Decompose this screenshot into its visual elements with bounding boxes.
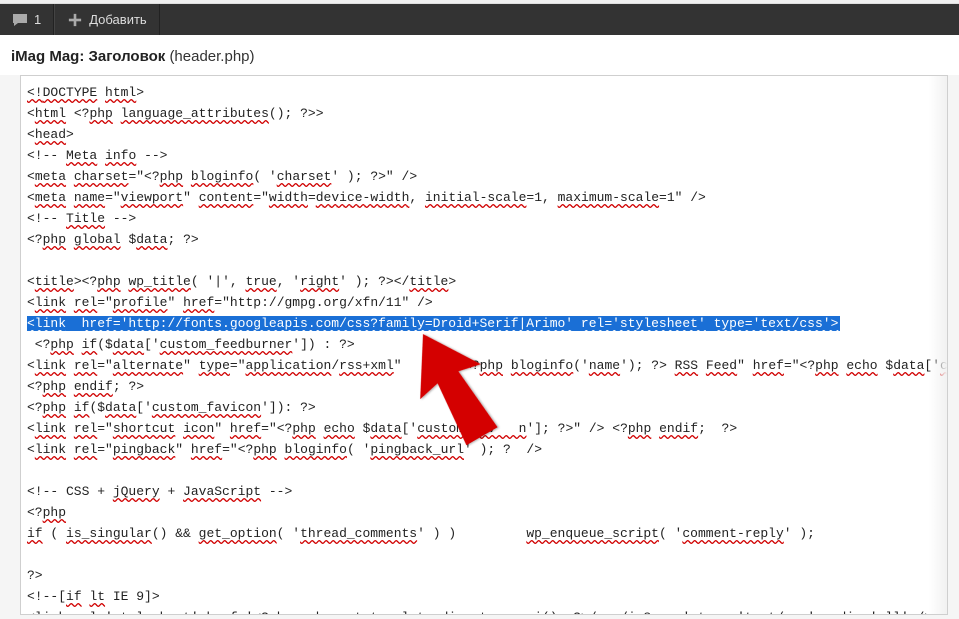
code-line[interactable]: <meta name="viewport" content="width=dev… bbox=[27, 187, 939, 208]
code-line[interactable]: <link rel="pingback" href="<?php bloginf… bbox=[27, 439, 939, 460]
code-line[interactable]: <title><?php wp_title( '|', true, 'right… bbox=[27, 271, 939, 292]
code-line[interactable]: <!--[if lt IE 9]> bbox=[27, 586, 939, 607]
add-label: Добавить bbox=[89, 12, 146, 27]
comments-count: 1 bbox=[34, 12, 41, 27]
code-line[interactable]: <!DOCTYPE html> bbox=[27, 82, 939, 103]
code-line[interactable]: <link rel='stylesheet' href='<?php echo … bbox=[27, 607, 939, 615]
code-line[interactable]: <?php if($data['custom_favicon']): ?> bbox=[27, 397, 939, 418]
code-line[interactable]: <?php global $data; ?> bbox=[27, 229, 939, 250]
code-line[interactable] bbox=[27, 544, 939, 565]
comment-icon bbox=[12, 12, 28, 28]
code-line[interactable]: if ( is_singular() && get_option( 'threa… bbox=[27, 523, 939, 544]
code-line[interactable]: <?php bbox=[27, 502, 939, 523]
code-line[interactable]: <!-- Meta info --> bbox=[27, 145, 939, 166]
code-line[interactable]: <meta charset="<?php bloginfo( 'charset'… bbox=[27, 166, 939, 187]
code-line[interactable]: <link rel="shortcut icon" href="<?php ec… bbox=[27, 418, 939, 439]
code-line[interactable]: <!-- CSS + jQuery + JavaScript --> bbox=[27, 481, 939, 502]
toolbar-comments-button[interactable]: 1 bbox=[0, 4, 54, 35]
current-file-name: (header.php) bbox=[169, 48, 254, 65]
code-line[interactable]: <!-- Title --> bbox=[27, 208, 939, 229]
code-line[interactable]: <html <?php language_attributes(); ?>> bbox=[27, 103, 939, 124]
code-line[interactable] bbox=[27, 250, 939, 271]
page-title: iMag Mag: Заголовок bbox=[11, 48, 165, 65]
code-line[interactable]: <link rel="alternate" type="application/… bbox=[27, 355, 939, 376]
code-editor-panel: <!DOCTYPE html><html <?php language_attr… bbox=[20, 75, 948, 615]
code-line[interactable]: <link rel="profile" href="http://gmpg.or… bbox=[27, 292, 939, 313]
code-line[interactable]: ?> bbox=[27, 565, 939, 586]
toolbar-add-button[interactable]: Добавить bbox=[54, 4, 159, 35]
plus-icon bbox=[67, 12, 83, 28]
code-line[interactable] bbox=[27, 460, 939, 481]
code-line[interactable]: <?php endif; ?> bbox=[27, 376, 939, 397]
admin-toolbar: 1 Добавить bbox=[0, 4, 959, 35]
code-editor-content[interactable]: <!DOCTYPE html><html <?php language_attr… bbox=[21, 76, 947, 615]
code-line[interactable]: <head> bbox=[27, 124, 939, 145]
code-line[interactable]: <link href='http://fonts.googleapis.com/… bbox=[27, 313, 939, 334]
code-line[interactable]: <?php if($data['custom_feedburner']) : ?… bbox=[27, 334, 939, 355]
page-title-area: iMag Mag: Заголовок (header.php) bbox=[0, 35, 959, 75]
